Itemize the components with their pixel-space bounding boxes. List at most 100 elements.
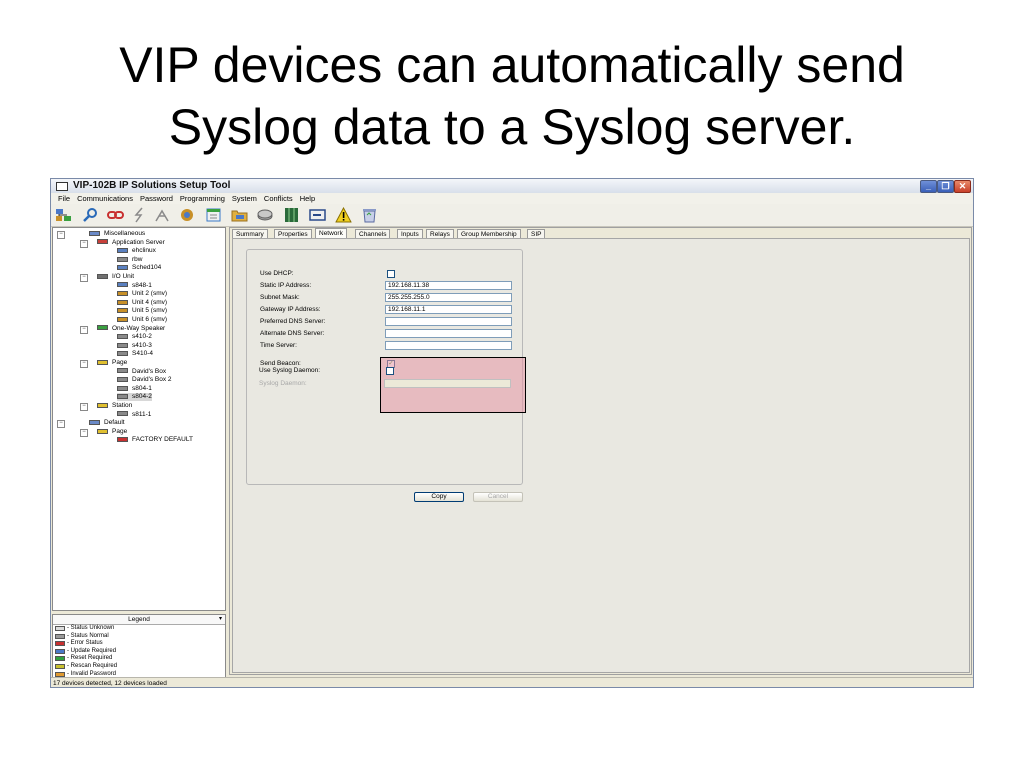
legend-panel: Legend ▾ - Status Unknown - Status Normal… bbox=[52, 614, 226, 682]
legend-header[interactable]: Legend ▾ bbox=[53, 615, 225, 625]
tab-inputs[interactable]: Inputs bbox=[397, 229, 423, 238]
copy-button[interactable]: Copy bbox=[414, 492, 464, 502]
tree-item[interactable]: Unit 2 (smv) bbox=[117, 290, 167, 298]
window-titlebar[interactable]: VIP-102B IP Solutions Setup Tool _ ❐ ✕ bbox=[51, 179, 973, 194]
link-icon[interactable] bbox=[107, 207, 124, 223]
tree-item[interactable]: David's Box 2 bbox=[117, 376, 172, 384]
device-icon bbox=[117, 342, 128, 348]
recycle-bin-icon[interactable] bbox=[361, 207, 378, 223]
tree-expander[interactable]: − bbox=[80, 360, 88, 368]
menu-system[interactable]: System bbox=[232, 193, 257, 204]
tree-item[interactable]: I/O Unit bbox=[97, 273, 134, 281]
syslog-daemon-input[interactable] bbox=[384, 379, 511, 388]
use-syslog-checkbox[interactable] bbox=[386, 367, 394, 375]
menu-file[interactable]: File bbox=[58, 193, 70, 204]
folder-icon[interactable] bbox=[231, 207, 248, 223]
static-ip-input[interactable]: 192.168.11.38 bbox=[385, 281, 512, 290]
tree-item[interactable]: s848-1 bbox=[117, 282, 152, 290]
tree-item[interactable]: ehclinux bbox=[117, 247, 156, 255]
menu-conflicts[interactable]: Conflicts bbox=[264, 193, 293, 204]
tab-properties[interactable]: Properties bbox=[274, 229, 312, 238]
tree-item[interactable]: Unit 4 (smv) bbox=[117, 299, 167, 307]
legend-swatch bbox=[55, 633, 65, 639]
tab-relays[interactable]: Relays bbox=[426, 229, 454, 238]
syslog-daemon-label: Syslog Daemon: bbox=[259, 380, 307, 387]
subnet-mask-input[interactable]: 255.255.255.0 bbox=[385, 293, 512, 302]
legend-item-label: - Status Unknown bbox=[67, 625, 115, 631]
legend-item: - Status Unknown bbox=[53, 625, 225, 633]
tree-expander[interactable]: − bbox=[80, 325, 88, 334]
tree-item[interactable]: rbw bbox=[117, 256, 142, 264]
calendar-icon[interactable] bbox=[205, 207, 222, 223]
tree-item-label: s848-1 bbox=[132, 281, 152, 289]
tree-item[interactable]: S410-4 bbox=[117, 350, 153, 358]
tree-item[interactable]: David's Box bbox=[117, 368, 166, 376]
search-icon[interactable] bbox=[82, 207, 99, 223]
tree-expander[interactable]: − bbox=[57, 420, 65, 429]
tree-item[interactable]: s410-2 bbox=[117, 333, 152, 341]
warning-icon[interactable] bbox=[335, 207, 352, 223]
gateway-input[interactable]: 192.168.11.1 bbox=[385, 305, 512, 314]
tab-group-membership[interactable]: Group Membership bbox=[457, 229, 521, 238]
tree-item[interactable]: Station bbox=[97, 402, 132, 410]
menu-communications[interactable]: Communications bbox=[77, 193, 133, 204]
tree-item[interactable]: Sched104 bbox=[117, 264, 161, 272]
tree-item[interactable]: FACTORY DEFAULT bbox=[117, 436, 193, 444]
tree-item[interactable]: s804-1 bbox=[117, 385, 152, 393]
settings-icon[interactable] bbox=[179, 207, 196, 223]
tree-item[interactable]: Default bbox=[89, 419, 125, 427]
alternate-dns-input[interactable] bbox=[385, 329, 512, 338]
subnet-mask-label: Subnet Mask: bbox=[260, 294, 300, 301]
tree-item[interactable]: s811-1 bbox=[117, 411, 151, 419]
menu-help[interactable]: Help bbox=[300, 193, 315, 204]
minimize-button[interactable]: _ bbox=[920, 180, 937, 193]
tree-expander[interactable]: − bbox=[80, 403, 88, 411]
close-button[interactable]: ✕ bbox=[954, 180, 971, 193]
tree-item[interactable]: Miscellaneous bbox=[89, 230, 145, 238]
chevron-down-icon[interactable]: ▾ bbox=[219, 615, 222, 624]
lightning-icon[interactable] bbox=[131, 207, 148, 223]
network-tree-icon[interactable] bbox=[55, 207, 72, 223]
tree-item-label: Page bbox=[112, 427, 128, 435]
legend-item-label: - Reset Required bbox=[67, 655, 113, 662]
device-tree[interactable]: Miscellaneous − Application Server − ehclinu… bbox=[52, 227, 226, 611]
tree-item[interactable]: Unit 5 (smv) bbox=[117, 307, 167, 315]
tree-expander[interactable]: − bbox=[80, 239, 88, 248]
tree-expander[interactable]: − bbox=[80, 274, 88, 282]
antenna-icon[interactable] bbox=[154, 207, 171, 223]
tab-summary[interactable]: Summary bbox=[232, 229, 268, 238]
device-icon bbox=[117, 437, 128, 443]
preferred-dns-input[interactable] bbox=[385, 317, 512, 326]
use-dhcp-checkbox[interactable] bbox=[387, 270, 395, 278]
tree-item[interactable]: Page bbox=[97, 359, 127, 367]
tab-channels[interactable]: Channels bbox=[355, 229, 391, 238]
tree-item-label: I/O Unit bbox=[112, 273, 135, 280]
tree-item[interactable]: s804-2 bbox=[117, 393, 152, 402]
disk-icon[interactable] bbox=[257, 207, 274, 223]
device-icon bbox=[97, 428, 108, 434]
tree-item-label: Unit 4 (smv) bbox=[132, 298, 168, 306]
tree-expander[interactable]: − bbox=[80, 428, 88, 437]
tree-item[interactable]: s410-3 bbox=[117, 342, 152, 350]
tab-sip[interactable]: SIP bbox=[527, 229, 546, 238]
maximize-button[interactable]: ❐ bbox=[937, 180, 954, 193]
menu-password[interactable]: Password bbox=[140, 193, 173, 204]
grid-icon[interactable] bbox=[283, 207, 300, 223]
device-icon[interactable] bbox=[309, 207, 326, 223]
tree-item[interactable]: Page bbox=[97, 428, 127, 436]
legend-swatch bbox=[55, 648, 65, 654]
legend-swatch bbox=[55, 671, 65, 677]
tree-item-label: ehclinux bbox=[132, 247, 156, 255]
time-server-input[interactable] bbox=[385, 341, 512, 350]
menu-programming[interactable]: Programming bbox=[180, 193, 225, 204]
tree-item[interactable]: Unit 6 (smv) bbox=[117, 316, 167, 324]
tree-item-label: Application Server bbox=[112, 238, 165, 246]
tree-item[interactable]: One-Way Speaker bbox=[97, 325, 165, 333]
legend-item: - Update Required bbox=[53, 648, 225, 656]
tree-expander[interactable]: − bbox=[57, 231, 65, 239]
cancel-button[interactable]: Cancel bbox=[473, 492, 523, 502]
legend-swatch bbox=[55, 663, 65, 669]
slide-title-line-2: Syslog data to a Syslog server. bbox=[168, 99, 856, 155]
tree-item-label: One-Way Speaker bbox=[112, 324, 166, 332]
tree-item[interactable]: Application Server bbox=[97, 239, 165, 247]
